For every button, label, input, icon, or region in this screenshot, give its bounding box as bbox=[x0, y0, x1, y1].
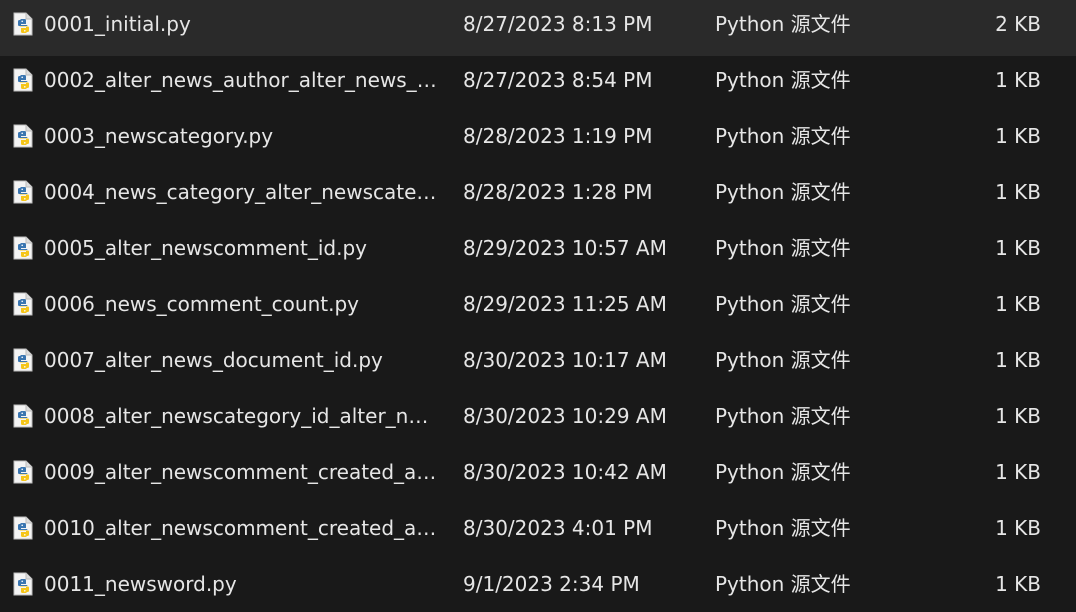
file-modified-date: 8/30/2023 4:01 PM bbox=[463, 516, 653, 540]
file-size: 1 KB bbox=[995, 124, 1041, 148]
python-file-icon bbox=[12, 236, 34, 260]
file-row[interactable]: 0007_alter_news_document_id.py 8/30/2023… bbox=[0, 336, 1076, 392]
file-modified-date: 9/1/2023 2:34 PM bbox=[463, 572, 640, 596]
file-row[interactable]: 0011_newsword.py 9/1/2023 2:34 PM Python… bbox=[0, 560, 1076, 612]
file-name: 0007_alter_news_document_id.py bbox=[44, 348, 383, 372]
file-name: 0004_news_category_alter_newscategory... bbox=[44, 180, 438, 204]
file-row[interactable]: 0006_news_comment_count.py 8/29/2023 11:… bbox=[0, 280, 1076, 336]
python-file-icon bbox=[12, 348, 34, 372]
python-file-icon bbox=[12, 292, 34, 316]
file-type: Python 源文件 bbox=[715, 180, 851, 204]
file-type: Python 源文件 bbox=[715, 12, 851, 36]
file-type: Python 源文件 bbox=[715, 124, 851, 148]
file-name: 0011_newsword.py bbox=[44, 572, 237, 596]
file-type: Python 源文件 bbox=[715, 292, 851, 316]
file-size: 1 KB bbox=[995, 236, 1041, 260]
file-type: Python 源文件 bbox=[715, 404, 851, 428]
file-modified-date: 8/27/2023 8:54 PM bbox=[463, 68, 653, 92]
file-row[interactable]: 0002_alter_news_author_alter_news_med...… bbox=[0, 56, 1076, 112]
file-modified-date: 8/30/2023 10:29 AM bbox=[463, 404, 667, 428]
file-name: 0001_initial.py bbox=[44, 12, 191, 36]
file-name: 0003_newscategory.py bbox=[44, 124, 274, 148]
python-file-icon bbox=[12, 460, 34, 484]
file-modified-date: 8/29/2023 10:57 AM bbox=[463, 236, 667, 260]
file-size: 1 KB bbox=[995, 292, 1041, 316]
file-modified-date: 8/30/2023 10:17 AM bbox=[463, 348, 667, 372]
file-type: Python 源文件 bbox=[715, 348, 851, 372]
file-size: 2 KB bbox=[995, 12, 1041, 36]
python-file-icon bbox=[12, 516, 34, 540]
file-name: 0005_alter_newscomment_id.py bbox=[44, 236, 367, 260]
file-name: 0006_news_comment_count.py bbox=[44, 292, 359, 316]
file-name: 0008_alter_newscategory_id_alter_newsc..… bbox=[44, 404, 438, 428]
file-size: 1 KB bbox=[995, 460, 1041, 484]
file-type: Python 源文件 bbox=[715, 68, 851, 92]
file-row[interactable]: 0010_alter_newscomment_created_at.py 8/3… bbox=[0, 504, 1076, 560]
file-type: Python 源文件 bbox=[715, 572, 851, 596]
file-row[interactable]: 0005_alter_newscomment_id.py 8/29/2023 1… bbox=[0, 224, 1076, 280]
python-file-icon bbox=[12, 180, 34, 204]
file-list: 0001_initial.py 8/27/2023 8:13 PM Python… bbox=[0, 0, 1076, 612]
file-name: 0002_alter_news_author_alter_news_med... bbox=[44, 68, 438, 92]
file-size: 1 KB bbox=[995, 68, 1041, 92]
file-size: 1 KB bbox=[995, 404, 1041, 428]
file-row[interactable]: 0009_alter_newscomment_created_at.py 8/3… bbox=[0, 448, 1076, 504]
file-size: 1 KB bbox=[995, 572, 1041, 596]
python-file-icon bbox=[12, 68, 34, 92]
file-size: 1 KB bbox=[995, 516, 1041, 540]
file-size: 1 KB bbox=[995, 348, 1041, 372]
file-row[interactable]: 0001_initial.py 8/27/2023 8:13 PM Python… bbox=[0, 0, 1076, 56]
python-file-icon bbox=[12, 572, 34, 596]
file-modified-date: 8/30/2023 10:42 AM bbox=[463, 460, 667, 484]
file-name: 0010_alter_newscomment_created_at.py bbox=[44, 516, 438, 540]
python-file-icon bbox=[12, 124, 34, 148]
file-name: 0009_alter_newscomment_created_at.py bbox=[44, 460, 438, 484]
file-type: Python 源文件 bbox=[715, 236, 851, 260]
file-modified-date: 8/27/2023 8:13 PM bbox=[463, 12, 653, 36]
python-file-icon bbox=[12, 12, 34, 36]
file-modified-date: 8/29/2023 11:25 AM bbox=[463, 292, 667, 316]
file-modified-date: 8/28/2023 1:19 PM bbox=[463, 124, 653, 148]
file-row[interactable]: 0008_alter_newscategory_id_alter_newsc..… bbox=[0, 392, 1076, 448]
python-file-icon bbox=[12, 404, 34, 428]
file-size: 1 KB bbox=[995, 180, 1041, 204]
file-type: Python 源文件 bbox=[715, 516, 851, 540]
file-type: Python 源文件 bbox=[715, 460, 851, 484]
file-row[interactable]: 0003_newscategory.py 8/28/2023 1:19 PM P… bbox=[0, 112, 1076, 168]
file-row[interactable]: 0004_news_category_alter_newscategory...… bbox=[0, 168, 1076, 224]
file-modified-date: 8/28/2023 1:28 PM bbox=[463, 180, 653, 204]
